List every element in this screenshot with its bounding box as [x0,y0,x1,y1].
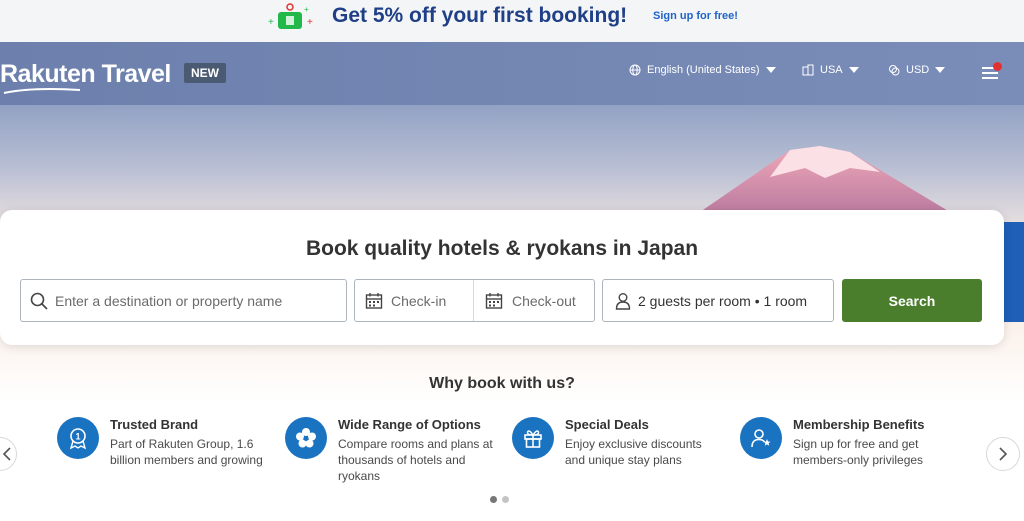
hamburger-menu-button[interactable] [980,62,1002,82]
benefit-description: Enjoy exclusive discounts and unique sta… [565,437,702,467]
chevron-right-icon [999,447,1008,461]
benefit-description: Part of Rakuten Group, 1.6 billion membe… [110,437,263,467]
calendar-icon [365,292,383,309]
chevron-down-icon [848,67,859,73]
benefit-description: Compare rooms and plans at thousands of … [338,437,493,483]
coins-icon [889,65,900,76]
benefit-title: Membership Benefits [793,417,925,432]
benefit-special-deals: Special Deals Enjoy exclusive discounts … [512,417,727,487]
search-button[interactable]: Search [842,279,982,322]
carousel-pagination [490,496,509,503]
svg-text:+: + [304,5,309,14]
benefit-wide-range: Wide Range of Options Compare rooms and … [285,417,500,487]
svg-text:1: 1 [75,432,80,442]
menu-line [982,77,998,79]
person-icon [615,292,631,310]
checkout-field[interactable]: Check-out [474,280,576,321]
building-icon [802,64,814,76]
member-icon [740,417,782,459]
benefit-membership: Membership Benefits Sign up for free and… [740,417,955,487]
carousel-dot-active[interactable] [490,496,497,503]
benefit-trusted-brand: 1 Trusted Brand Part of Rakuten Group, 1… [57,417,272,487]
search-card [0,210,1004,345]
benefit-title: Wide Range of Options [338,417,481,432]
calendar-icon [485,292,503,309]
search-icon [30,292,48,310]
rakuten-travel-logo[interactable]: Rakuten Travel [0,60,171,94]
country-label: USA [820,64,843,76]
guests-value: 2 guests per room • 1 room [638,292,808,309]
country-selector[interactable]: USA [802,61,859,79]
currency-label: USD [906,64,930,76]
benefit-title: Trusted Brand [110,417,199,432]
promo-banner: + + + Get 5% off your first booking! Sig… [0,0,1024,42]
globe-icon [629,64,641,76]
language-selector[interactable]: English (United States) [629,61,776,79]
logo-text: Rakuten Travel [0,60,171,88]
ticket-icon: + + + [268,3,313,29]
destination-input[interactable]: Enter a destination or property name [20,279,347,322]
chevron-down-icon [765,67,776,73]
destination-placeholder: Enter a destination or property name [55,292,283,309]
promo-headline: Get 5% off your first booking! [332,4,628,27]
date-picker[interactable]: Check-in Check-out [354,279,595,322]
chevron-left-icon [2,447,11,461]
checkin-placeholder: Check-in [391,292,447,309]
language-label: English (United States) [647,64,760,76]
promo-signup-link[interactable]: Sign up for free! [653,10,738,22]
search-heading: Book quality hotels & ryokans in Japan [305,237,699,260]
svg-text:+: + [307,17,313,28]
gift-icon [512,417,554,459]
guests-selector[interactable]: 2 guests per room • 1 room [602,279,834,322]
checkout-placeholder: Check-out [512,292,576,309]
carousel-next-button[interactable] [986,437,1020,471]
new-badge: NEW [184,63,226,83]
benefit-title: Special Deals [565,417,649,432]
notification-dot [993,62,1002,71]
chevron-down-icon [935,67,946,73]
why-heading: Why book with us? [429,375,575,392]
currency-selector[interactable]: USD [888,61,946,79]
menu-line [982,72,998,74]
badge-icon: 1 [57,417,99,459]
svg-text:+: + [268,17,274,28]
logo-swoosh-icon [3,88,81,94]
carousel-dot[interactable] [502,496,509,503]
flower-icon [285,417,327,459]
benefit-description: Sign up for free and get members-only pr… [793,437,924,467]
checkin-field[interactable]: Check-in [355,280,474,321]
